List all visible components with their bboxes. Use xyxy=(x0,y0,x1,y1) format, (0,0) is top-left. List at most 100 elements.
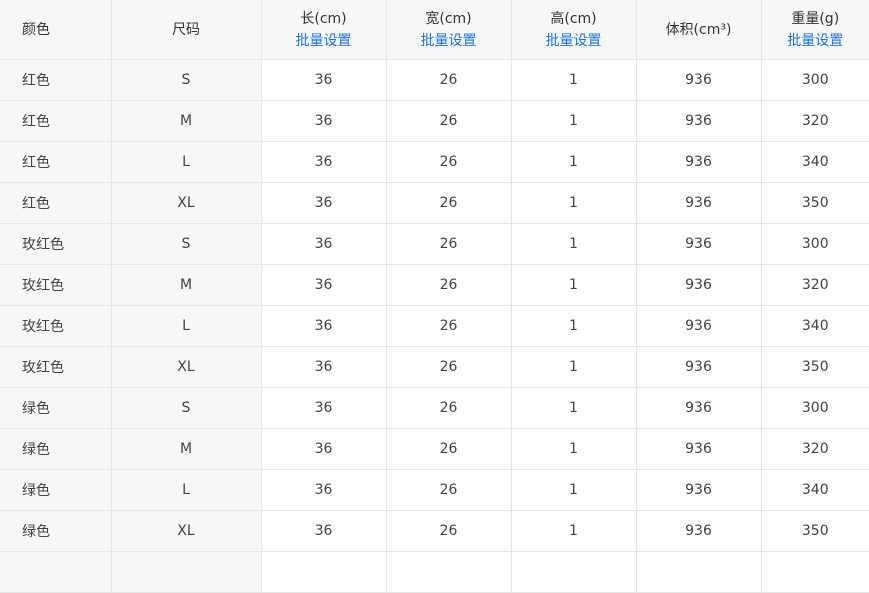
header-length-label: 长(cm) xyxy=(262,8,386,30)
cell-width: 26 xyxy=(386,60,511,101)
cell-height: 1 xyxy=(511,60,636,101)
cell-volume: 936 xyxy=(636,101,761,142)
table-row: 玫红色L36261936340 xyxy=(0,306,869,347)
cell-color: 红色 xyxy=(0,183,111,224)
cell-size: L xyxy=(111,470,261,511)
cell-width: 26 xyxy=(386,101,511,142)
cell-volume: 936 xyxy=(636,347,761,388)
header-size: 尺码 xyxy=(111,0,261,60)
table-row: 绿色S36261936300 xyxy=(0,388,869,429)
cell-length: 36 xyxy=(261,470,386,511)
table-row: 绿色L36261936340 xyxy=(0,470,869,511)
cell-weight: 300 xyxy=(761,60,869,101)
cell-color: 玫红色 xyxy=(0,224,111,265)
cell-volume: 936 xyxy=(636,511,761,552)
table-row: 红色XL36261936350 xyxy=(0,183,869,224)
cell-size: M xyxy=(111,101,261,142)
cell-size: M xyxy=(111,265,261,306)
cell-height: 1 xyxy=(511,306,636,347)
cell-width: 26 xyxy=(386,429,511,470)
table-row: 玫红色M36261936320 xyxy=(0,265,869,306)
header-height-label: 高(cm) xyxy=(512,8,636,30)
cell-volume: 936 xyxy=(636,224,761,265)
table-row: 玫红色S36261936300 xyxy=(0,224,869,265)
cell-weight: 320 xyxy=(761,429,869,470)
header-height: 高(cm) 批量设置 xyxy=(511,0,636,60)
cell-volume: 936 xyxy=(636,470,761,511)
header-volume-label: 体积(cm³) xyxy=(637,19,761,41)
cell-width: 26 xyxy=(386,306,511,347)
cell-weight: 320 xyxy=(761,101,869,142)
cell-volume: 936 xyxy=(636,60,761,101)
cell-height: 1 xyxy=(511,224,636,265)
cell-volume: 936 xyxy=(636,142,761,183)
cell-volume: 936 xyxy=(636,388,761,429)
cell-height xyxy=(511,552,636,593)
cell-color: 绿色 xyxy=(0,429,111,470)
cell-volume xyxy=(636,552,761,593)
cell-width: 26 xyxy=(386,183,511,224)
sku-dimension-table: 颜色 尺码 长(cm) 批量设置 宽(cm) 批量设置 高(cm) 批量设置 体… xyxy=(0,0,869,593)
batch-set-weight-link[interactable]: 批量设置 xyxy=(762,30,869,52)
cell-weight: 340 xyxy=(761,470,869,511)
cell-volume: 936 xyxy=(636,306,761,347)
cell-volume: 936 xyxy=(636,429,761,470)
header-size-label: 尺码 xyxy=(112,19,261,41)
cell-width xyxy=(386,552,511,593)
cell-height: 1 xyxy=(511,265,636,306)
header-weight-label: 重量(g) xyxy=(762,8,869,30)
batch-set-length-link[interactable]: 批量设置 xyxy=(262,30,386,52)
table-row: 红色S36261936300 xyxy=(0,60,869,101)
cell-length: 36 xyxy=(261,388,386,429)
cell-size: XL xyxy=(111,511,261,552)
cell-width: 26 xyxy=(386,142,511,183)
header-volume: 体积(cm³) xyxy=(636,0,761,60)
cell-height: 1 xyxy=(511,511,636,552)
cell-length: 36 xyxy=(261,306,386,347)
header-color: 颜色 xyxy=(0,0,111,60)
cell-length: 36 xyxy=(261,347,386,388)
cell-length: 36 xyxy=(261,60,386,101)
cell-color: 玫红色 xyxy=(0,265,111,306)
cell-length xyxy=(261,552,386,593)
table-row: 玫红色XL36261936350 xyxy=(0,347,869,388)
cell-weight: 340 xyxy=(761,142,869,183)
cell-size: S xyxy=(111,388,261,429)
cell-length: 36 xyxy=(261,183,386,224)
cell-weight: 340 xyxy=(761,306,869,347)
header-width-label: 宽(cm) xyxy=(387,8,511,30)
cell-length: 36 xyxy=(261,265,386,306)
cell-color: 绿色 xyxy=(0,470,111,511)
cell-color: 绿色 xyxy=(0,511,111,552)
header-length: 长(cm) 批量设置 xyxy=(261,0,386,60)
table-body: 红色S36261936300红色M36261936320红色L362619363… xyxy=(0,60,869,593)
table-row: 红色M36261936320 xyxy=(0,101,869,142)
batch-set-width-link[interactable]: 批量设置 xyxy=(387,30,511,52)
cell-color: 红色 xyxy=(0,101,111,142)
cell-size xyxy=(111,552,261,593)
cell-color: 玫红色 xyxy=(0,347,111,388)
table-row-partial xyxy=(0,552,869,593)
cell-size: L xyxy=(111,142,261,183)
cell-length: 36 xyxy=(261,511,386,552)
cell-length: 36 xyxy=(261,429,386,470)
cell-volume: 936 xyxy=(636,265,761,306)
cell-height: 1 xyxy=(511,101,636,142)
cell-width: 26 xyxy=(386,265,511,306)
cell-size: S xyxy=(111,224,261,265)
cell-height: 1 xyxy=(511,429,636,470)
cell-width: 26 xyxy=(386,388,511,429)
header-color-label: 颜色 xyxy=(22,19,111,41)
cell-weight xyxy=(761,552,869,593)
cell-width: 26 xyxy=(386,224,511,265)
header-weight: 重量(g) 批量设置 xyxy=(761,0,869,60)
cell-color: 红色 xyxy=(0,60,111,101)
cell-size: XL xyxy=(111,347,261,388)
cell-color: 玫红色 xyxy=(0,306,111,347)
table-row: 红色L36261936340 xyxy=(0,142,869,183)
cell-size: XL xyxy=(111,183,261,224)
cell-weight: 300 xyxy=(761,388,869,429)
batch-set-height-link[interactable]: 批量设置 xyxy=(512,30,636,52)
cell-length: 36 xyxy=(261,224,386,265)
cell-weight: 320 xyxy=(761,265,869,306)
